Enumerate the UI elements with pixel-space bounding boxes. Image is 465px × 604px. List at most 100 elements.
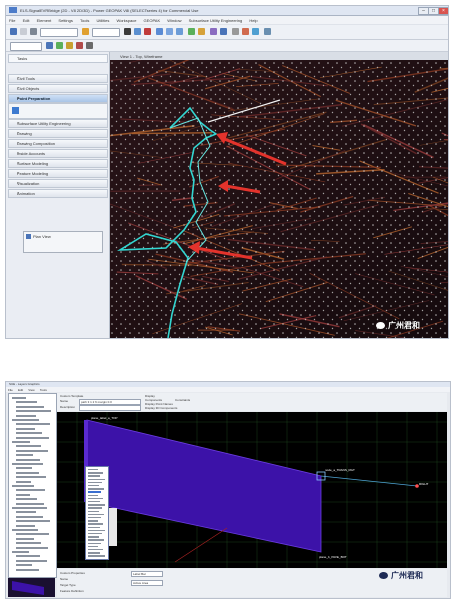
popup-item[interactable] <box>88 549 103 551</box>
sidebar-item-drawing[interactable]: Drawing» <box>8 129 108 138</box>
popup-item[interactable] <box>88 545 98 548</box>
tree-item[interactable] <box>16 423 50 426</box>
fit-view-icon[interactable] <box>156 28 163 35</box>
menu-edit[interactable]: Edit <box>23 18 30 23</box>
level-icon[interactable] <box>30 28 37 35</box>
settings-icon[interactable] <box>210 28 217 35</box>
menu-edit[interactable]: Edit <box>18 388 23 392</box>
tree-item[interactable] <box>12 463 43 465</box>
component-list-popup[interactable] <box>85 466 109 560</box>
measure-icon[interactable] <box>198 28 205 35</box>
tree-item[interactable] <box>16 467 32 470</box>
tool-b-icon[interactable] <box>56 42 63 49</box>
tree-item[interactable] <box>12 485 34 487</box>
popup-item[interactable] <box>88 523 103 525</box>
popup-item[interactable] <box>88 536 99 538</box>
point-tool-icon[interactable] <box>12 107 19 114</box>
popup-item[interactable] <box>88 517 101 519</box>
tree-item[interactable] <box>16 524 35 527</box>
popup-item[interactable] <box>88 533 102 535</box>
sidebar-item-animation[interactable]: Animation» <box>8 189 108 198</box>
menu-window[interactable]: Window <box>167 18 181 23</box>
menu-workspace[interactable]: Workspace <box>116 18 136 23</box>
popup-item[interactable] <box>88 481 102 484</box>
tree-item[interactable] <box>16 515 43 518</box>
popup-item[interactable] <box>88 478 105 480</box>
plan-view-flyout[interactable]: Plan View <box>23 231 103 253</box>
menu-tools[interactable]: Tools <box>80 18 89 23</box>
tree-item[interactable] <box>16 498 37 501</box>
tree-item[interactable] <box>16 445 41 448</box>
sidebar-item-inside-accounts[interactable]: Inside Accounts» <box>8 149 108 158</box>
popup-item[interactable] <box>88 552 100 554</box>
stop-icon[interactable] <box>144 28 151 35</box>
sidebar-item-civil-tools[interactable]: Civil Tools» <box>8 74 108 83</box>
sidebar-item-sue[interactable]: Subsurface Utility Engineering» <box>8 119 108 128</box>
tree-item[interactable] <box>16 520 50 523</box>
tree-item[interactable] <box>12 551 29 553</box>
tree-item[interactable] <box>12 441 30 443</box>
tree-item[interactable] <box>16 432 42 435</box>
option-constraints[interactable]: Constraints <box>175 398 190 402</box>
template-library-tree[interactable] <box>8 393 57 578</box>
weight-icon[interactable] <box>124 28 131 35</box>
tree-item[interactable] <box>16 436 49 439</box>
tree-item[interactable] <box>16 401 37 404</box>
tree-item[interactable] <box>16 410 51 413</box>
popup-item[interactable] <box>88 539 104 541</box>
tool-a-icon[interactable] <box>46 42 53 49</box>
popup-item[interactable] <box>88 542 101 544</box>
tree-item[interactable] <box>12 507 47 509</box>
popup-item[interactable] <box>88 520 98 522</box>
sidebar-item-surface-modeling[interactable]: Surface Modeling» <box>8 159 108 168</box>
level-combo[interactable] <box>40 28 78 37</box>
undo-icon[interactable] <box>242 28 249 35</box>
active-area-field[interactable]: Active Area <box>131 580 163 586</box>
tree-item[interactable] <box>16 489 45 492</box>
label-bar-field[interactable]: Label Bar <box>131 571 163 577</box>
popup-item[interactable] <box>88 501 100 503</box>
dropdown-icon[interactable] <box>20 28 27 35</box>
tree-item[interactable] <box>16 405 44 408</box>
tree-item[interactable] <box>16 564 32 567</box>
sidebar-item-civil-objects[interactable]: Civil Objects» <box>8 84 108 93</box>
attach-icon[interactable] <box>220 28 227 35</box>
popup-item[interactable] <box>88 469 98 471</box>
sidebar-item-feature-modeling[interactable]: Feature Modeling» <box>8 169 108 178</box>
task-combo[interactable] <box>10 42 42 51</box>
popup-item[interactable] <box>88 494 98 496</box>
popup-item[interactable] <box>88 472 103 474</box>
tool-e-icon[interactable] <box>86 42 93 49</box>
tool-c-icon[interactable] <box>66 42 73 49</box>
popup-item[interactable] <box>88 510 99 512</box>
popup-item[interactable] <box>88 529 105 532</box>
popup-item[interactable] <box>88 526 100 528</box>
menu-file[interactable]: File <box>8 388 13 392</box>
pan-icon[interactable] <box>176 28 183 35</box>
tree-item[interactable] <box>16 559 47 562</box>
tree-item[interactable] <box>16 502 44 505</box>
tree-item[interactable] <box>12 419 39 421</box>
tree-item[interactable] <box>16 454 33 457</box>
tree-item[interactable] <box>16 458 40 461</box>
view-icon[interactable] <box>134 28 141 35</box>
close-button[interactable]: × <box>438 7 448 15</box>
popup-item[interactable] <box>88 488 104 490</box>
cad-view-canvas[interactable] <box>110 52 448 338</box>
zoom-icon[interactable] <box>166 28 173 35</box>
menu-utilities[interactable]: Utilities <box>96 18 109 23</box>
popup-item[interactable] <box>88 513 104 516</box>
tree-item[interactable] <box>16 533 49 536</box>
tree-item[interactable] <box>16 546 48 549</box>
popup-item[interactable] <box>88 555 105 557</box>
sidebar-item-drawing-composition[interactable]: Drawing Composition» <box>8 139 108 148</box>
tree-item[interactable] <box>16 568 39 571</box>
menu-element[interactable]: Element <box>37 18 52 23</box>
popup-item[interactable] <box>88 497 103 500</box>
color-icon[interactable] <box>82 28 89 35</box>
tree-item[interactable] <box>16 493 30 496</box>
sidebar-item-point-preparation[interactable]: Point Preparation « <box>8 94 108 103</box>
popup-item[interactable] <box>88 475 100 477</box>
tree-item[interactable] <box>16 537 34 540</box>
sidebar-item-visualization[interactable]: Visualization» <box>8 179 108 188</box>
